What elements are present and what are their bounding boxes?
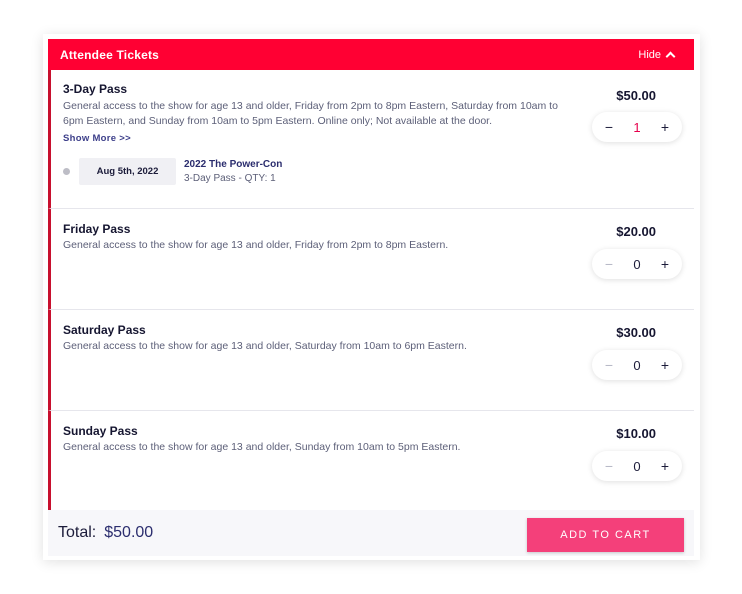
total-value: $50.00	[104, 524, 154, 541]
ticket-sunday-pass: Sunday Pass General access to the show f…	[48, 411, 694, 510]
increment-button[interactable]: +	[658, 256, 672, 272]
quantity-value[interactable]: 0	[626, 459, 648, 474]
ticket-description: General access to the show for age 13 an…	[63, 239, 449, 251]
decrement-button[interactable]: −	[602, 119, 616, 135]
order-total: Total: $50.00	[58, 524, 153, 542]
quantity-value[interactable]: 0	[626, 257, 648, 272]
chevron-up-icon	[665, 51, 676, 62]
ticket-name: Saturday Pass	[63, 323, 146, 337]
quantity-value[interactable]: 0	[626, 358, 648, 373]
ticket-friday-pass: Friday Pass General access to the show f…	[48, 209, 694, 310]
quantity-stepper: − 0 +	[592, 451, 682, 481]
decrement-button[interactable]: −	[602, 357, 616, 373]
quantity-value[interactable]: 1	[626, 120, 648, 135]
ticket-saturday-pass: Saturday Pass General access to the show…	[48, 310, 694, 411]
ticket-price: $10.00	[616, 426, 656, 441]
event-date-chip: Aug 5th, 2022	[79, 158, 176, 185]
ticket-name: 3-Day Pass	[63, 82, 128, 96]
ticket-price: $20.00	[616, 224, 656, 239]
hide-toggle[interactable]: Hide	[638, 48, 676, 62]
decrement-button[interactable]: −	[602, 458, 616, 474]
event-session: Aug 5th, 2022 2022 The Power-Con 3-Day P…	[63, 158, 282, 185]
session-dot-icon	[63, 168, 70, 175]
ticket-card: Attendee Tickets Hide 3-Day Pass General…	[43, 34, 700, 560]
ticket-description: General access to the show for age 13 an…	[63, 441, 461, 453]
ticket-name: Sunday Pass	[63, 424, 138, 438]
header-title: Attendee Tickets	[60, 47, 160, 62]
ticket-3-day-pass: 3-Day Pass General access to the show fo…	[48, 70, 694, 209]
ticket-price: $30.00	[616, 325, 656, 340]
quantity-stepper: − 1 +	[592, 112, 682, 142]
ticket-name: Friday Pass	[63, 222, 131, 236]
event-info: 2022 The Power-Con 3-Day Pass - QTY: 1	[184, 159, 282, 184]
hide-label: Hide	[638, 48, 661, 61]
ticket-description: General access to the show for age 13 an…	[63, 100, 558, 127]
quantity-stepper: − 0 +	[592, 350, 682, 380]
event-title: 2022 The Power-Con	[184, 159, 283, 170]
show-more-link[interactable]: Show More >>	[63, 133, 131, 144]
increment-button[interactable]: +	[658, 119, 672, 135]
decrement-button[interactable]: −	[602, 256, 616, 272]
total-label: Total:	[58, 524, 97, 541]
event-subtitle: 3-Day Pass - QTY: 1	[184, 173, 276, 184]
cart-footer: Total: $50.00 ADD TO CART	[48, 510, 694, 556]
increment-button[interactable]: +	[658, 357, 672, 373]
quantity-stepper: − 0 +	[592, 249, 682, 279]
ticket-list: 3-Day Pass General access to the show fo…	[48, 70, 694, 510]
increment-button[interactable]: +	[658, 458, 672, 474]
ticket-description: General access to the show for age 13 an…	[63, 340, 467, 352]
ticket-price: $50.00	[616, 88, 656, 103]
add-to-cart-button[interactable]: ADD TO CART	[527, 518, 684, 552]
attendee-tickets-header: Attendee Tickets Hide	[48, 39, 694, 70]
